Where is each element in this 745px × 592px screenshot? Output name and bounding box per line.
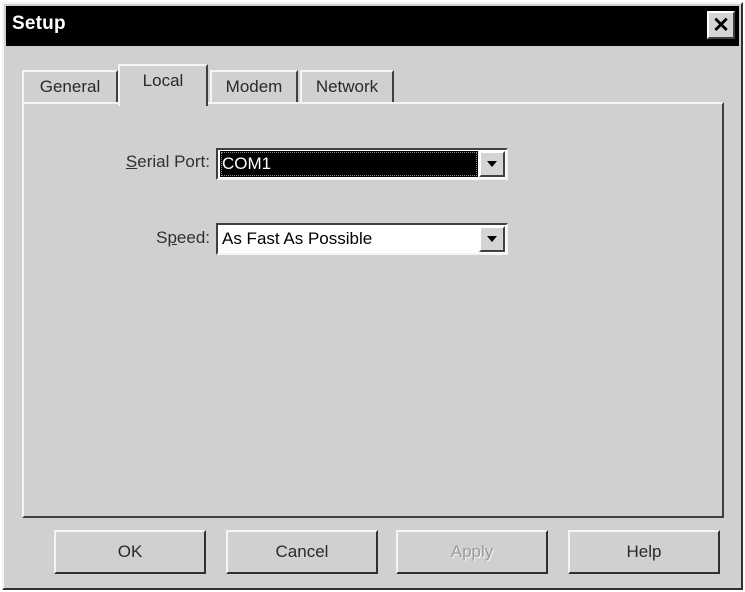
tab-label: Network	[315, 77, 379, 96]
speed-value: As Fast As Possible	[222, 229, 373, 248]
apply-button-label: Apply	[450, 542, 494, 561]
ok-button-label: OK	[117, 542, 143, 561]
speed-label: Speed:	[84, 228, 210, 248]
tab-panel-local: Serial Port: COM1 Speed: As Fast As Poss…	[22, 102, 724, 518]
speed-dropdown-button[interactable]	[479, 226, 505, 252]
speed-dropdown[interactable]: As Fast As Possible	[216, 223, 508, 255]
serial-port-label-text: Serial Port:	[125, 152, 210, 171]
serial-port-dropdown[interactable]: COM1	[216, 148, 508, 180]
cancel-button[interactable]: Cancel	[226, 530, 378, 574]
close-button[interactable]: ✕	[707, 11, 735, 39]
window-title: Setup	[12, 13, 66, 34]
chevron-down-icon	[487, 161, 497, 167]
title-bar[interactable]: Setup ✕	[6, 6, 739, 46]
tab-general[interactable]: General	[22, 70, 118, 102]
tab-label: General	[39, 77, 101, 96]
cancel-button-label: Cancel	[275, 542, 329, 561]
apply-button[interactable]: Apply	[396, 530, 548, 574]
tab-local[interactable]: Local	[118, 64, 208, 106]
serial-port-value: COM1	[220, 151, 478, 177]
help-button[interactable]: Help	[568, 530, 720, 574]
tab-label: Modem	[225, 77, 283, 96]
serial-port-dropdown-button[interactable]	[479, 151, 505, 177]
help-button-label: Help	[626, 542, 662, 561]
serial-port-label: Serial Port:	[84, 152, 210, 172]
ok-button[interactable]: OK	[54, 530, 206, 574]
setup-dialog: Setup ✕ General Local Modem Network Seri…	[2, 2, 743, 590]
close-icon: ✕	[712, 13, 730, 37]
tab-label: Local	[142, 71, 184, 90]
tab-modem[interactable]: Modem	[210, 70, 298, 102]
chevron-down-icon	[487, 236, 497, 242]
speed-label-text: Speed:	[156, 228, 210, 247]
tab-network[interactable]: Network	[300, 70, 394, 102]
